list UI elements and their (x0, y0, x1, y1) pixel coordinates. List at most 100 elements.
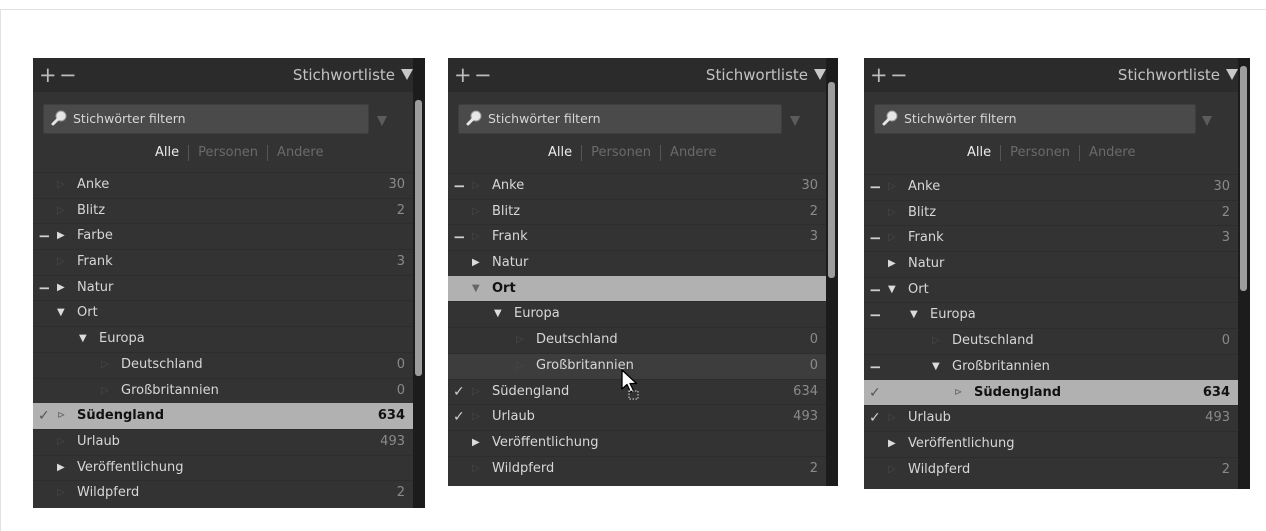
keyword-row[interactable]: − ▶ Farbe (33, 223, 413, 249)
check-icon[interactable]: ✓ (869, 384, 883, 402)
keyword-row[interactable]: ✓ ⊳ Südengland 634 (33, 403, 413, 429)
triangle-down-icon[interactable] (1226, 69, 1238, 80)
keyword-row[interactable]: − ▶ Natur (33, 274, 413, 301)
tab-other[interactable]: Andere (1080, 144, 1144, 164)
tab-persons[interactable]: Personen (1001, 144, 1079, 164)
keyword-row[interactable]: ▼ Ort (33, 300, 413, 326)
scrollbar[interactable] (1238, 58, 1250, 489)
keyword-row[interactable]: ▼ Europa (448, 301, 826, 327)
keyword-row[interactable]: ✓ ⊳ Südengland 634 (864, 379, 1238, 406)
keyword-row[interactable]: ▷ Frank 3 (33, 249, 413, 275)
disclosure-triangle-down-icon[interactable]: ▼ (57, 305, 71, 321)
minus-icon[interactable]: − (869, 178, 883, 196)
keyword-row[interactable]: ▶ Veröffentlichung (448, 429, 826, 456)
keyword-row[interactable]: ▷ Wildpferd 2 (448, 455, 826, 482)
keyword-row[interactable]: ▷ Deutschland 0 (448, 327, 826, 353)
keyword-row[interactable]: ▶ Natur (864, 251, 1238, 277)
filter-options-icon[interactable] (377, 116, 387, 126)
keyword-row[interactable]: ▷ Deutschland 0 (33, 351, 413, 378)
keyword-row[interactable]: ▶ Veröffentlichung (864, 430, 1238, 457)
keyword-row[interactable]: − ▷ Frank 3 (864, 225, 1238, 251)
disclosure-triangle-down-icon[interactable]: ▼ (888, 282, 902, 298)
keyword-row[interactable]: ▼ Europa (33, 326, 413, 352)
keyword-row[interactable]: ▷ Deutschland 0 (864, 328, 1238, 354)
minus-icon[interactable]: − (869, 358, 883, 376)
keyword-row[interactable]: ▷ Anke 30 (33, 172, 413, 198)
disclosure-triangle-down-icon[interactable]: ▼ (79, 331, 93, 347)
scrollbar[interactable] (826, 58, 838, 486)
keyword-row[interactable]: − ▼ Ort (864, 276, 1238, 303)
keyword-row[interactable]: ▷ Urlaub 493 (33, 428, 413, 455)
keyword-row[interactable]: ▶ Natur (448, 250, 826, 276)
disclosure-triangle-right-icon[interactable]: ▶ (888, 436, 902, 452)
keyword-row[interactable]: − ▼ Großbritannien (864, 353, 1238, 380)
check-icon[interactable]: ✓ (453, 408, 467, 426)
triangle-down-icon[interactable] (814, 69, 826, 80)
filter-options-icon[interactable] (1202, 116, 1212, 126)
disclosure-triangle-down-icon[interactable]: ▼ (494, 306, 508, 322)
keyword-filter-input[interactable]: Stichwörter filtern (458, 104, 782, 134)
minus-icon[interactable]: − (453, 177, 467, 195)
row-marker (453, 280, 467, 298)
keyword-filter-input[interactable]: Stichwörter filtern (43, 104, 369, 134)
keyword-name: Großbritannien (952, 358, 1050, 374)
minus-icon[interactable]: − (59, 62, 77, 88)
scrollbar-thumb[interactable] (415, 100, 422, 376)
disclosure-triangle-right-icon[interactable]: ▶ (57, 280, 71, 296)
plus-icon[interactable]: + (454, 62, 472, 88)
disclosure-triangle-right-icon[interactable]: ▶ (57, 460, 71, 476)
tab-other[interactable]: Andere (268, 144, 332, 164)
keyword-row[interactable]: − ▷ Frank 3 (448, 224, 826, 250)
plus-icon[interactable]: + (39, 62, 57, 88)
minus-icon[interactable]: − (38, 279, 52, 297)
disclosure-triangle-right-icon[interactable]: ▶ (888, 256, 902, 272)
keyword-row[interactable]: ▷ Blitz 2 (864, 199, 1238, 226)
check-icon[interactable]: ✓ (38, 407, 52, 425)
keyword-row[interactable]: ▼ Ort (448, 275, 826, 302)
keyword-row[interactable]: ▷ Wildpferd 2 (33, 480, 413, 506)
minus-icon[interactable]: − (869, 281, 883, 299)
keyword-row[interactable]: ▷ Wildpferd 2 (864, 456, 1238, 483)
tab-all[interactable]: Alle (958, 144, 1000, 164)
filter-options-icon[interactable] (790, 116, 800, 126)
disclosure-triangle-down-icon[interactable]: ▼ (932, 359, 946, 375)
keyword-filter-input[interactable]: Stichwörter filtern (874, 104, 1196, 134)
disclosure-triangle-right-icon[interactable]: ▶ (57, 228, 71, 244)
disclosure-triangle-right-icon[interactable]: ▶ (472, 435, 486, 451)
plus-icon[interactable]: + (870, 62, 888, 88)
keyword-row[interactable]: ▷ Großbritannien 0 (33, 377, 413, 404)
scrollbar-thumb[interactable] (828, 82, 835, 278)
scrollbar[interactable] (413, 58, 425, 508)
panel-title[interactable]: Stichwortliste (706, 64, 808, 86)
keyword-row[interactable]: ▶ Veröffentlichung (33, 454, 413, 481)
disclosure-triangle-right-icon[interactable]: ▶ (472, 255, 486, 271)
minus-icon[interactable]: − (869, 306, 883, 324)
check-icon[interactable]: ✓ (869, 409, 883, 427)
disclosure-triangle-right-icon[interactable]: ⊳ (57, 408, 71, 424)
tab-all[interactable]: Alle (539, 144, 581, 164)
tab-persons[interactable]: Personen (582, 144, 660, 164)
disclosure-triangle-down-icon[interactable]: ▼ (472, 281, 486, 297)
minus-icon[interactable]: − (453, 228, 467, 246)
keyword-row[interactable]: − ▼ Europa (864, 302, 1238, 328)
check-icon[interactable]: ✓ (453, 383, 467, 401)
disclosure-triangle-down-icon[interactable]: ▼ (910, 307, 924, 323)
tab-persons[interactable]: Personen (189, 144, 267, 164)
keyword-row[interactable]: ▷ Blitz 2 (448, 198, 826, 225)
minus-icon[interactable]: − (474, 62, 492, 88)
tab-all[interactable]: Alle (146, 144, 188, 164)
keyword-row[interactable]: − ▷ Anke 30 (864, 174, 1238, 200)
disclosure-triangle-right-icon[interactable]: ⊳ (954, 385, 968, 401)
scrollbar-thumb[interactable] (1240, 66, 1247, 291)
keyword-row[interactable]: ▷ Blitz 2 (33, 197, 413, 224)
keyword-row[interactable]: ✓ ▷ Urlaub 493 (864, 405, 1238, 431)
keyword-row[interactable]: − ▷ Anke 30 (448, 173, 826, 199)
panel-title[interactable]: Stichwortliste (1118, 64, 1220, 86)
minus-icon[interactable]: − (869, 229, 883, 247)
panel-title[interactable]: Stichwortliste (293, 64, 395, 86)
minus-icon[interactable]: − (38, 227, 52, 245)
minus-icon[interactable]: − (890, 62, 908, 88)
triangle-down-icon[interactable] (401, 69, 413, 80)
tab-other[interactable]: Andere (661, 144, 725, 164)
keyword-row[interactable]: ✓ ▷ Urlaub 493 (448, 404, 826, 430)
